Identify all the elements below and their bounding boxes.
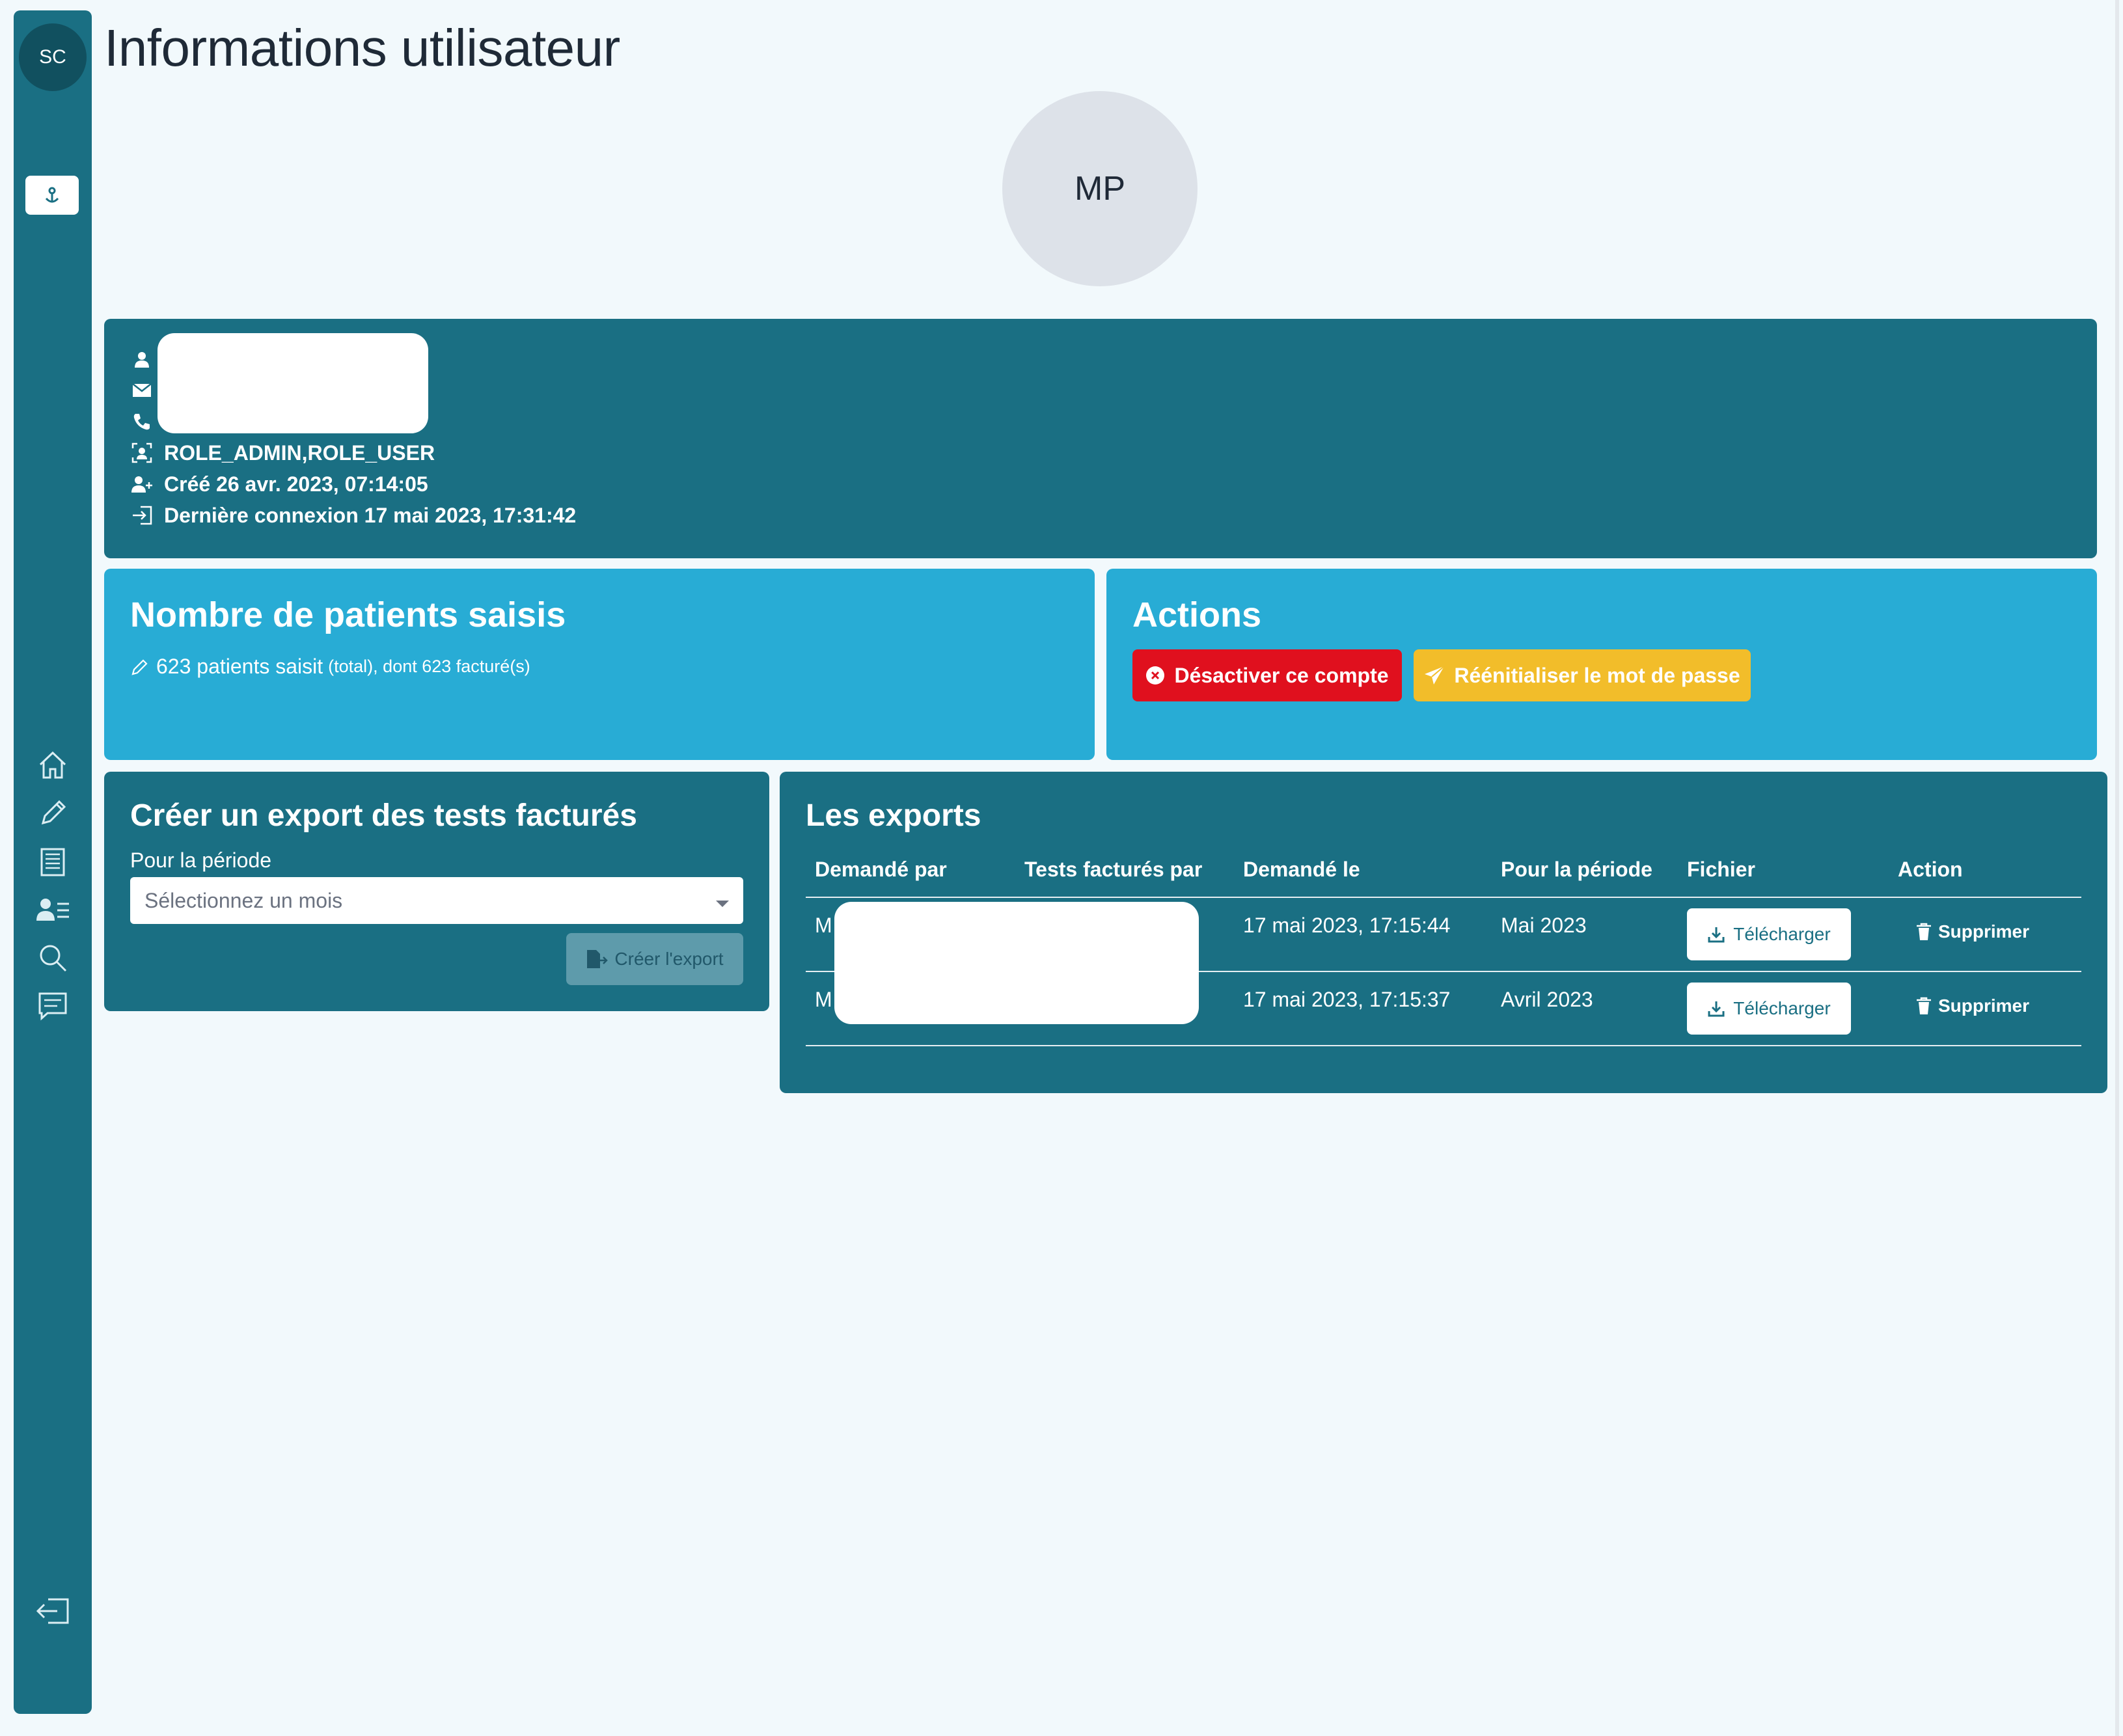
create-export-card: Créer un export des tests facturés Pour … xyxy=(104,772,769,1011)
trash-icon xyxy=(1917,923,1931,940)
column-header-billed-by: Tests facturés par xyxy=(1024,858,1203,881)
sidebar: SC xyxy=(14,10,92,1714)
chevron-down-icon xyxy=(716,901,729,907)
home-icon xyxy=(39,751,66,779)
column-header-period: Pour la période xyxy=(1501,858,1652,881)
profile-initials: MP xyxy=(1075,170,1125,208)
cell-requested-by: M xyxy=(815,914,832,937)
patients-count-card: Nombre de patients saisis 623 patients s… xyxy=(104,569,1095,760)
anchor-pin-icon xyxy=(45,187,59,203)
exports-card: Les exports Demandé par Tests facturés p… xyxy=(780,772,2107,1093)
pencil-icon xyxy=(131,658,148,675)
patients-count-detail: (total), dont 623 facturé(s) xyxy=(328,657,530,676)
reset-password-label: Réénitialiser le mot de passe xyxy=(1454,663,1740,687)
sidebar-item-search[interactable] xyxy=(33,938,72,977)
deactivate-account-label: Désactiver ce compte xyxy=(1174,663,1389,687)
user-avatar[interactable]: SC xyxy=(19,23,87,91)
envelope-icon xyxy=(132,383,152,397)
cell-period: Mai 2023 xyxy=(1501,914,1587,937)
create-export-title: Créer un export des tests facturés xyxy=(130,798,637,833)
info-row-created: Créé 26 avr. 2023, 07:14:05 xyxy=(130,470,428,498)
sidebar-active-item[interactable] xyxy=(25,176,79,215)
download-button[interactable]: Télécharger xyxy=(1687,983,1851,1035)
cell-requested-on: 17 mai 2023, 17:15:37 xyxy=(1243,988,1451,1011)
message-icon xyxy=(38,992,67,1021)
last-login-date: Dernière connexion 17 mai 2023, 17:31:42 xyxy=(164,503,577,527)
user-list-icon xyxy=(36,899,69,921)
user-initials: SC xyxy=(39,46,66,68)
deactivate-account-button[interactable]: Désactiver ce compte xyxy=(1132,649,1402,701)
close-circle-icon xyxy=(1146,666,1165,685)
create-export-label: Créer l'export xyxy=(614,949,724,969)
column-header-action: Action xyxy=(1898,858,1963,881)
user-plus-icon xyxy=(131,476,152,493)
download-icon xyxy=(1708,1001,1725,1017)
cell-requested-by: M xyxy=(815,988,832,1011)
patients-count-main: 623 patients saisit xyxy=(156,655,323,678)
logout-icon xyxy=(36,1598,69,1624)
login-icon xyxy=(133,506,152,525)
cell-period: Avril 2023 xyxy=(1501,988,1593,1011)
trash-icon xyxy=(1917,997,1931,1014)
pencil-icon xyxy=(41,800,66,825)
table-divider xyxy=(806,1045,2081,1046)
profile-avatar: MP xyxy=(1002,91,1198,286)
delete-label: Supprimer xyxy=(1938,996,2030,1016)
info-row-last-login: Dernière connexion 17 mai 2023, 17:31:42 xyxy=(130,501,576,530)
user-icon xyxy=(135,352,149,368)
actions-card-title: Actions xyxy=(1132,595,1262,634)
redacted-contact-info xyxy=(158,333,428,433)
period-select-placeholder: Sélectionnez un mois xyxy=(144,888,343,912)
column-header-requested-on: Demandé le xyxy=(1243,858,1360,881)
patients-card-title: Nombre de patients saisis xyxy=(130,595,566,634)
paper-plane-icon xyxy=(1425,666,1445,685)
patients-count: 623 patients saisit (total), dont 623 fa… xyxy=(130,655,530,679)
page-title: Informations utilisateur xyxy=(104,19,620,77)
exports-title: Les exports xyxy=(806,798,981,833)
redacted-names xyxy=(834,902,1199,1024)
download-button[interactable]: Télécharger xyxy=(1687,908,1851,960)
sidebar-item-users[interactable] xyxy=(33,890,72,929)
download-icon xyxy=(1708,927,1725,943)
sidebar-item-home[interactable] xyxy=(33,746,72,785)
actions-card: Actions Désactiver ce compte Réénitialis… xyxy=(1106,569,2097,760)
user-roles: ROLE_ADMIN,ROLE_USER xyxy=(164,441,435,465)
reset-password-button[interactable]: Réénitialiser le mot de passe xyxy=(1414,649,1751,701)
logout-button[interactable] xyxy=(33,1592,72,1631)
download-label: Télécharger xyxy=(1733,998,1831,1018)
search-icon xyxy=(40,945,67,972)
user-info-card: ROLE_ADMIN,ROLE_USER Créé 26 avr. 2023, … xyxy=(104,319,2097,558)
column-header-requested-by: Demandé par xyxy=(815,858,947,881)
create-export-button[interactable]: Créer l'export xyxy=(566,933,743,985)
phone-icon xyxy=(133,414,150,430)
created-date: Créé 26 avr. 2023, 07:14:05 xyxy=(164,472,428,496)
column-header-file: Fichier xyxy=(1687,858,1755,881)
table-divider xyxy=(806,897,2081,898)
list-document-icon xyxy=(40,848,65,876)
file-export-icon xyxy=(587,950,609,968)
sidebar-item-messages[interactable] xyxy=(33,986,72,1025)
delete-button[interactable]: Supprimer xyxy=(1916,996,2029,1016)
cell-requested-on: 17 mai 2023, 17:15:44 xyxy=(1243,914,1451,937)
period-label: Pour la période xyxy=(130,848,272,872)
page-scrollbar[interactable] xyxy=(2115,0,2119,1736)
delete-label: Supprimer xyxy=(1938,921,2030,942)
delete-button[interactable]: Supprimer xyxy=(1916,921,2029,942)
id-badge-icon xyxy=(131,442,152,463)
info-row-roles: ROLE_ADMIN,ROLE_USER xyxy=(130,439,435,467)
period-select[interactable]: Sélectionnez un mois xyxy=(130,877,743,924)
sidebar-item-list[interactable] xyxy=(33,842,72,881)
download-label: Télécharger xyxy=(1733,924,1831,944)
sidebar-item-edit[interactable] xyxy=(33,794,72,833)
